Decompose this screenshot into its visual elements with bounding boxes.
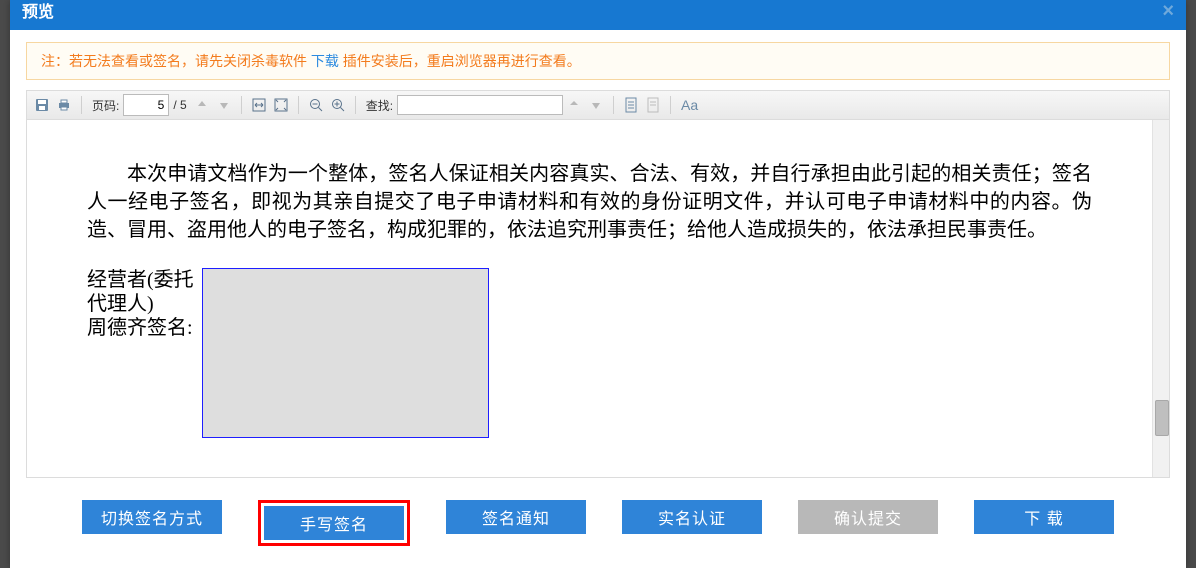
action-button-row: 切换签名方式 手写签名 签名通知 实名认证 确认提交 下 载 bbox=[10, 478, 1186, 568]
signature-label: 经营者(委托 代理人) 周德齐签名: bbox=[87, 268, 194, 340]
close-icon[interactable]: × bbox=[1162, 0, 1174, 22]
switch-sign-mode-button[interactable]: 切换签名方式 bbox=[82, 500, 222, 534]
download-button[interactable]: 下 载 bbox=[974, 500, 1114, 534]
pdf-toolbar: 页码: / 5 查找: bbox=[26, 90, 1170, 120]
notice-bar: 注：若无法查看或签名，请先关闭杀毒软件 下载 插件安装后，重启浏览器再进行查看。 bbox=[26, 42, 1170, 80]
notice-text-prefix: 注：若无法查看或签名，请先关闭杀毒软件 bbox=[41, 53, 311, 69]
prev-page-icon[interactable] bbox=[191, 94, 213, 116]
signature-box[interactable] bbox=[202, 268, 489, 438]
highlighted-button-frame: 手写签名 bbox=[258, 500, 410, 546]
zoom-out-icon[interactable] bbox=[305, 94, 327, 116]
text-size-icon[interactable]: Aa bbox=[677, 94, 702, 116]
vertical-scrollbar[interactable] bbox=[1152, 120, 1169, 477]
page-label: 页码: bbox=[92, 97, 119, 114]
modal-titlebar: 预览 × bbox=[10, 0, 1186, 30]
page-number-input[interactable] bbox=[123, 94, 169, 116]
scroll-thumb[interactable] bbox=[1155, 400, 1169, 436]
print-icon[interactable] bbox=[53, 94, 75, 116]
zoom-in-icon[interactable] bbox=[327, 94, 349, 116]
search-prev-icon[interactable] bbox=[563, 94, 585, 116]
notice-text-suffix: 插件安装后，重启浏览器再进行查看。 bbox=[339, 53, 581, 69]
confirm-submit-button: 确认提交 bbox=[798, 500, 938, 534]
hand-tool-icon[interactable] bbox=[642, 94, 664, 116]
sign-notice-button[interactable]: 签名通知 bbox=[446, 500, 586, 534]
document-page: 本次申请文档作为一个整体，签名人保证相关内容真实、合法、有效，并自行承担由此引起… bbox=[27, 120, 1152, 477]
search-next-icon[interactable] bbox=[585, 94, 607, 116]
page-total: / 5 bbox=[173, 98, 186, 112]
search-input[interactable] bbox=[397, 95, 563, 115]
preview-modal: 预览 × 注：若无法查看或签名，请先关闭杀毒软件 下载 插件安装后，重启浏览器再… bbox=[10, 0, 1186, 568]
next-page-icon[interactable] bbox=[213, 94, 235, 116]
fit-page-icon[interactable] bbox=[270, 94, 292, 116]
modal-title: 预览 bbox=[22, 0, 54, 26]
document-viewer: 本次申请文档作为一个整体，签名人保证相关内容真实、合法、有效，并自行承担由此引起… bbox=[26, 120, 1170, 478]
text-select-icon[interactable] bbox=[620, 94, 642, 116]
save-icon[interactable] bbox=[31, 94, 53, 116]
search-label: 查找: bbox=[366, 97, 393, 114]
document-paragraph: 本次申请文档作为一个整体，签名人保证相关内容真实、合法、有效，并自行承担由此引起… bbox=[87, 160, 1092, 244]
realname-auth-button[interactable]: 实名认证 bbox=[622, 500, 762, 534]
fit-width-icon[interactable] bbox=[248, 94, 270, 116]
download-link[interactable]: 下载 bbox=[311, 53, 339, 69]
handwrite-sign-button[interactable]: 手写签名 bbox=[264, 506, 404, 540]
